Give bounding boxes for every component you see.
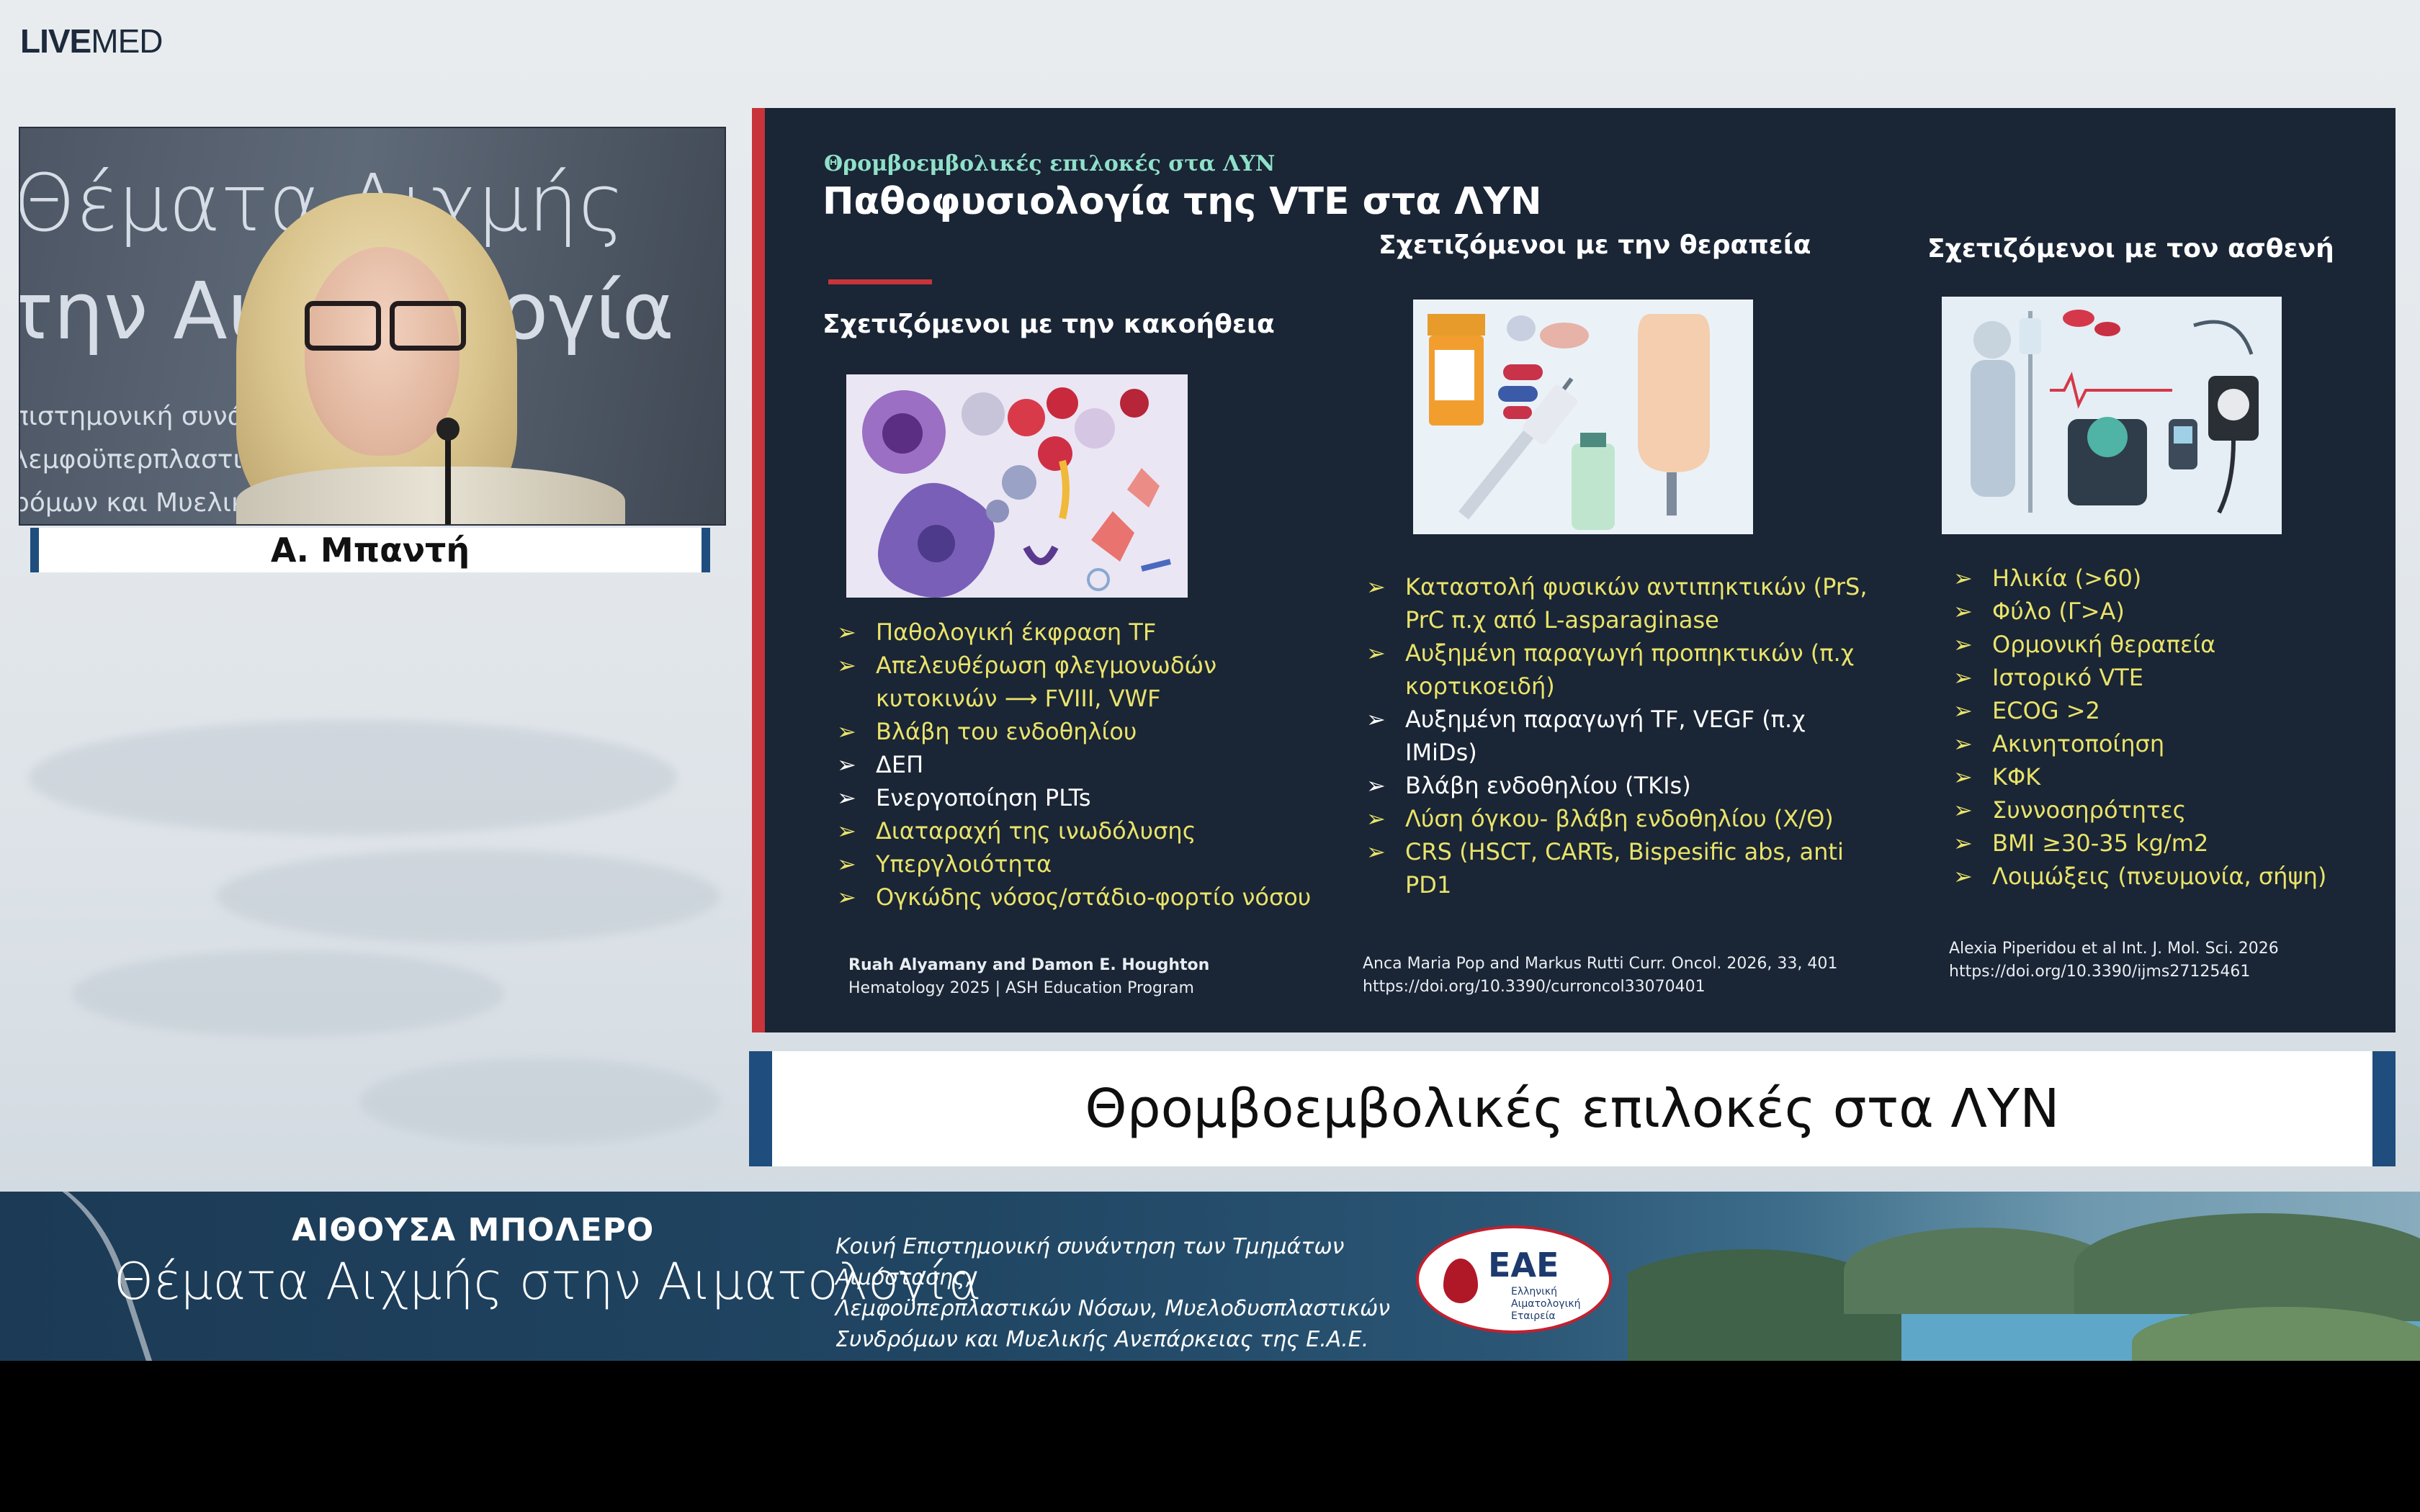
speaker-face — [305, 247, 460, 456]
bullet-point: PrC π.χ από L-asparaginase — [1405, 606, 1719, 634]
reference-line: Alexia Piperidou et al Int. J. Mol. Sci.… — [1949, 940, 2279, 958]
cells-illustration-icon — [846, 374, 1188, 598]
bullet-point: Ορμονική θεραπεία — [1953, 628, 2385, 661]
bullet-point: Λοιμώξεις (πνευμονία, σήψη) — [1953, 860, 2385, 893]
bullet-point: Παθολογική έκφραση TF — [837, 616, 1355, 649]
bullet-point: Διαταραχή της ινωδόλυσης — [837, 814, 1355, 847]
bullet-point: Αυξημένη παραγωγή TF, VEGF (π.χ — [1366, 703, 1885, 736]
bullet-point: Καταστολή φυσικών αντιπηκτικών (PrS, — [1366, 570, 1885, 603]
bullet-point: Ηλικία (>60) — [1953, 562, 2385, 595]
reference-line: https://doi.org/10.3390/ijms27125461 — [1949, 963, 2251, 981]
bullet-point: ECOG >2 — [1953, 694, 2385, 727]
therapy-factor-list: Καταστολή φυσικών αντιπηκτικών (PrS, PrC … — [1366, 570, 1885, 901]
bullet-point: Υπεργλοιότητα — [837, 847, 1355, 881]
speaker-body — [236, 467, 625, 524]
stream-stage: LIVEMED Θέματα Αιχμής την Αιματολογία πι… — [0, 0, 2420, 1192]
brand-bold: LIVE — [20, 22, 91, 60]
bullet-point: Λύση όγκου- βλάβη ενδοθηλίου (Χ/Θ) — [1366, 802, 1885, 835]
column-heading-malignancy: Σχετιζόμενοι με την κακοήθεια — [823, 310, 1275, 339]
eae-logo-text: ΕΑΕ — [1488, 1246, 1559, 1284]
bullet-point: Ιστορικό VTE — [1953, 661, 2385, 694]
bullet-point: Φύλο (Γ>Α) — [1953, 595, 2385, 628]
bullet-point: BMI ≥30-35 kg/m2 — [1953, 827, 2385, 860]
presentation-slide: Θρομβοεμβολικές επιλοκές στα ΛΥΝ Παθοφυσ… — [752, 108, 2396, 1032]
bullet-point: Βλάβη ενδοθηλίου (TKIs) — [1366, 769, 1885, 802]
column-heading-patient: Σχετιζόμενοι με τον ασθενή — [1927, 234, 2334, 264]
reference-therapy: Anca Maria Pop and Markus Rutti Curr. On… — [1363, 953, 1837, 999]
background-island — [216, 850, 720, 943]
eae-logo-subtitle: Ελληνική Αιματολογική Εταιρεία — [1511, 1286, 1581, 1322]
event-banner: ΑΙΘΟΥΣΑ ΜΠΟΛΕΡΟ Θέματα Αιχμής στην Αιματ… — [0, 1192, 2420, 1361]
hall-name: ΑΙΘΟΥΣΑ ΜΠΟΛΕΡΟ — [292, 1212, 655, 1248]
brand-regular: MED — [91, 22, 163, 60]
bullet-point: CRS (HSCT, CARTs, Bispesific abs, anti P… — [1366, 835, 1885, 901]
bullet-point: Απελευθέρωση φλεγμονωδών — [837, 649, 1355, 682]
livemed-logo: LIVEMED — [20, 22, 163, 60]
event-description: Κοινή Επιστημονική συνάντηση των Τμημάτω… — [835, 1231, 1412, 1355]
patient-factor-list: Ηλικία (>60)Φύλο (Γ>Α)Ορμονική θεραπείαΙ… — [1953, 562, 2385, 893]
glasses-icon — [305, 301, 466, 351]
reference-malignancy: Ruah Alyamany and Damon E. Houghton Hema… — [848, 954, 1209, 1000]
column-heading-therapy: Σχετιζόμενοι με την θεραπεία — [1379, 230, 1811, 260]
event-description-line: Συνδρόμων και Μυελικής Ανεπάρκειας της Ε… — [835, 1327, 1369, 1352]
eae-logo: ΕΑΕ Ελληνική Αιματολογική Εταιρεία — [1416, 1225, 1612, 1333]
slide-title: Παθοφυσιολογία της VTE στα ΛΥΝ — [823, 180, 1542, 223]
speaker-nameplate: Α. Μπαντή — [30, 528, 710, 572]
bullet-point: Ογκώδης νόσος/στάδιο-φορτίο νόσου — [837, 881, 1355, 914]
bullet-point: κυτοκινών ⟶ FVIII, VWF — [876, 685, 1161, 712]
malignancy-factor-list: Παθολογική έκφραση TFΑπελευθέρωση φλεγμο… — [837, 616, 1355, 914]
speaker-video: Θέματα Αιχμής την Αιματολογία πιστημονικ… — [19, 127, 726, 526]
slide-subtitle: Θρομβοεμβολικές επιλοκές στα ΛΥΝ — [824, 151, 1276, 176]
patient-illustration-icon — [1942, 297, 2282, 534]
bullet-point: Συννοσηρότητες — [1953, 793, 2385, 827]
bullet-point: Ενεργοποίηση PLTs — [837, 781, 1355, 814]
blood-drop-icon — [1443, 1259, 1478, 1303]
event-description-line: Κοινή Επιστημονική συνάντηση των Τμημάτω… — [835, 1234, 1345, 1290]
bullet-point: Αυξημένη παραγωγή προπηκτικών (π.χ — [1366, 636, 1885, 670]
medication-illustration-icon — [1413, 300, 1753, 534]
title-underline — [828, 279, 932, 284]
reference-line: Hematology 2025 | ASH Education Program — [848, 979, 1194, 997]
reference-line: Ruah Alyamany and Damon E. Houghton — [848, 956, 1210, 974]
reference-line: Anca Maria Pop and Markus Rutti Curr. On… — [1363, 955, 1838, 973]
reference-line: https://doi.org/10.3390/curroncol3307040… — [1363, 978, 1706, 996]
bullet-point: Ακινητοποίηση — [1953, 727, 2385, 760]
reference-patient: Alexia Piperidou et al Int. J. Mol. Sci.… — [1949, 937, 2279, 984]
bullet-point: IMiDs) — [1405, 739, 1477, 766]
background-island — [29, 720, 677, 835]
event-description-line: Λεμφοϋπερπλαστικών Νόσων, Μυελοδυσπλαστι… — [835, 1296, 1390, 1321]
landscape-image — [1628, 1206, 2420, 1361]
topic-caption-bar: Θρομβοεμβολικές επιλοκές στα ΛΥΝ — [749, 1051, 2396, 1166]
background-island — [360, 1058, 720, 1145]
background-island — [72, 950, 504, 1037]
bullet-point: Βλάβη του ενδοθηλίου — [837, 715, 1355, 748]
bullet-point: ΔΕΠ — [837, 748, 1355, 781]
bullet-point: κορτικοειδή) — [1405, 672, 1555, 700]
bullet-point: ΚΦΚ — [1953, 760, 2385, 793]
microphone-icon — [436, 418, 460, 524]
